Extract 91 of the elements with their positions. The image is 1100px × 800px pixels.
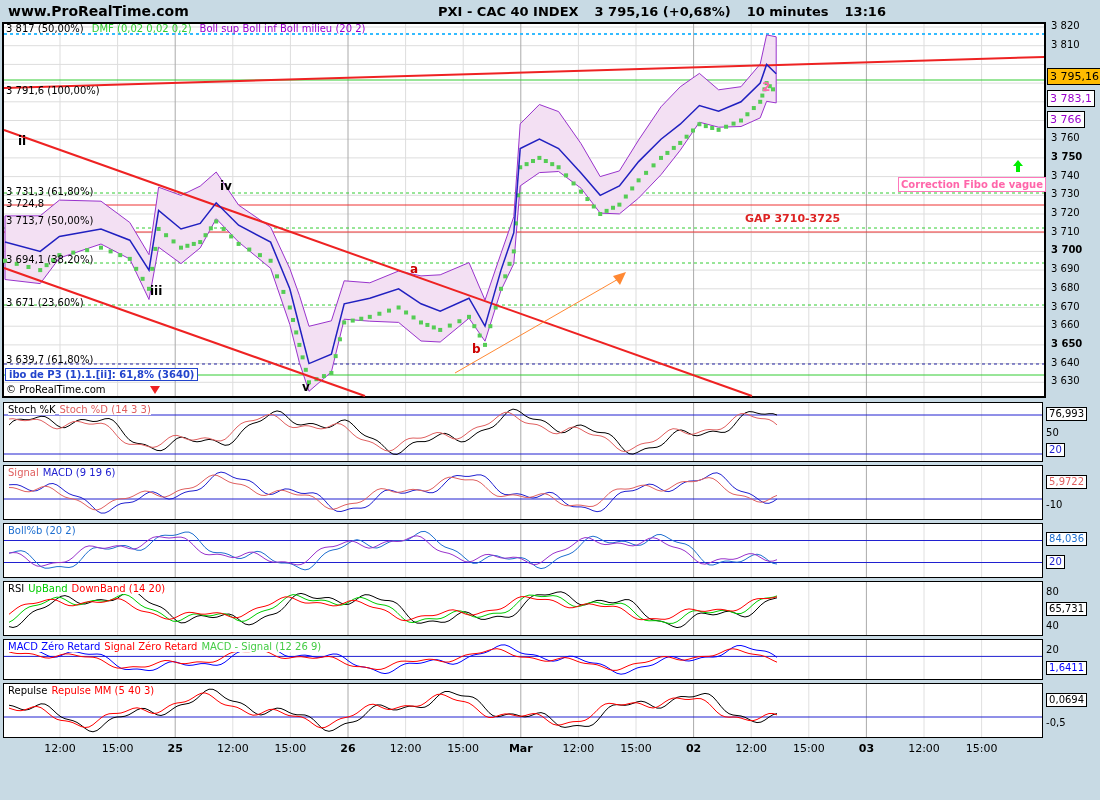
fibonacci-level-label: 3 639,7 (61,80%) (6, 354, 94, 365)
time-axis-label: 12:00 (216, 742, 249, 755)
instrument-title: PXI - CAC 40 INDEX (438, 3, 579, 19)
wave-label: v (302, 380, 310, 394)
time-axis-label: 02 (684, 742, 703, 755)
indicator-legend: Stoch %K (8, 404, 56, 415)
time-axis-label: 12:00 (44, 742, 76, 755)
indicator-legend: Signal Zéro Retard (104, 641, 198, 652)
indicator-readout: 76,993 (1046, 407, 1088, 422)
copyright-label: © ProRealTime.com (6, 384, 106, 395)
indicator-legend: MACD Zéro Retard (8, 641, 101, 652)
indicator-legend: Boll sup Boll inf Boll milieu (20 2) (199, 23, 366, 34)
price-axis-label: 3 700 (1051, 244, 1083, 257)
indicator-legend: DMF (0,02 0,02 0,2) (91, 23, 192, 34)
indicator-legend: UpBand (28, 583, 68, 594)
wave-label: b (472, 342, 481, 356)
axis-label: 80 (1046, 585, 1059, 597)
time-axis-label: 15:00 (101, 742, 134, 755)
wave-label: iii (150, 284, 163, 298)
axis-label: -10 (1046, 499, 1063, 510)
time-axis-label: Mar (507, 742, 534, 755)
indicator-legend: MACD - Signal (12 26 9) (201, 641, 322, 652)
time-axis-label: 12:00 (908, 742, 940, 755)
indicator-readout: 20 (1046, 442, 1065, 457)
price-readout: 3 766 (1047, 111, 1085, 128)
price-axis-label: 3 720 (1051, 207, 1080, 219)
price-axis-label: 3 760 (1051, 132, 1080, 145)
time-axis-label: 15:00 (620, 742, 652, 755)
price-axis-label: 3 740 (1051, 169, 1080, 182)
indicator-readout: 20 (1046, 555, 1065, 569)
correction-label: Correction Fibo de vague (898, 177, 1046, 192)
indicator-legend: RSI (8, 583, 25, 594)
fibonacci-level-label: 3 713,7 (50,00%) (6, 215, 94, 226)
time-axis-label: 15:00 (965, 742, 998, 755)
up-arrow-icon (1013, 160, 1023, 172)
time-axis-label: 15:00 (447, 742, 480, 755)
wave-label: ii (18, 134, 27, 148)
time-axis-label: 25 (166, 742, 184, 755)
wave-label: 2 (762, 80, 771, 94)
price-axis-label: 3 640 (1051, 356, 1080, 369)
price-axis-label: 3 730 (1051, 188, 1080, 201)
price-axis-label: 3 710 (1051, 225, 1080, 238)
time-axis-label: 12:00 (562, 742, 595, 755)
axis-label: 50 (1046, 426, 1059, 438)
indicator-readout: 65,731 (1046, 601, 1088, 616)
site-name: www.ProRealTime.com (8, 3, 190, 19)
indicator-legend: 3 817 (50,00%) (6, 23, 84, 34)
price-axis-label: 3 810 (1051, 38, 1080, 51)
indicator-readout: 1,6411 (1046, 660, 1088, 675)
price-axis-label: 3 630 (1051, 375, 1080, 388)
fibonacci-level-label: 3 731,3 (61,80%) (6, 186, 94, 197)
price-axis-label: 3 820 (1051, 20, 1080, 32)
fibonacci-level-label: 3 724,8 (6, 198, 45, 209)
indicator-legend: Boll%b (20 2) (8, 525, 76, 536)
price-axis-label: 3 690 (1051, 263, 1080, 276)
price-change: 3 795,16 (+0,68%) (594, 3, 731, 19)
price-readout: 3 795,16 (1047, 68, 1100, 85)
time-axis-label: 26 (339, 742, 357, 755)
price-axis-label: 3 650 (1051, 337, 1083, 350)
indicator-legend: Repulse MM (5 40 3) (51, 685, 155, 696)
axis-label: 40 (1046, 620, 1059, 632)
down-arrow-icon (150, 386, 160, 394)
indicator-readout: 0,0694 (1046, 693, 1088, 707)
price-readout: 3 783,1 (1047, 90, 1095, 107)
indicator-legend: MACD (9 19 6) (42, 467, 116, 478)
time-axis-label: 12:00 (389, 742, 422, 755)
price-axis-label: 3 660 (1051, 319, 1080, 332)
fibonacci-level-label: 3 671 (23,60%) (6, 297, 84, 308)
indicator-readout: 84,036 (1046, 532, 1088, 546)
indicator-legend: Signal (8, 467, 39, 478)
time-axis-label: 15:00 (274, 742, 307, 755)
interval-label: 10 minutes (746, 3, 829, 19)
gap-label: GAP 3710-3725 (745, 212, 841, 225)
time-axis-label: 12:00 (735, 742, 768, 755)
time-axis-label: 15:00 (792, 742, 825, 755)
fibonacci-level-label: 3 694,1 (38,20%) (6, 254, 94, 265)
indicator-legend: Repulse (8, 685, 48, 696)
price-axis-label: 3 670 (1051, 300, 1080, 313)
indicator-readout: 5,9722 (1046, 475, 1088, 489)
price-axis-label: 3 680 (1051, 281, 1080, 294)
time-label: 13:16 (844, 3, 886, 19)
fibonacci-note: ibo de P3 (1).1.[ii]: 61,8% (3640) (5, 368, 199, 381)
axis-label: 20 (1046, 644, 1059, 656)
price-axis-label: 3 750 (1051, 150, 1083, 163)
axis-label: -0,5 (1046, 717, 1066, 728)
fibonacci-level-label: 3 791,6 (100,00%) (6, 85, 100, 96)
wave-label: a (410, 262, 419, 276)
indicator-legend: DownBand (14 20) (71, 583, 166, 594)
wave-label: iv (220, 179, 232, 193)
indicator-legend: Stoch %D (14 3 3) (59, 404, 151, 415)
time-axis-label: 03 (857, 742, 876, 755)
